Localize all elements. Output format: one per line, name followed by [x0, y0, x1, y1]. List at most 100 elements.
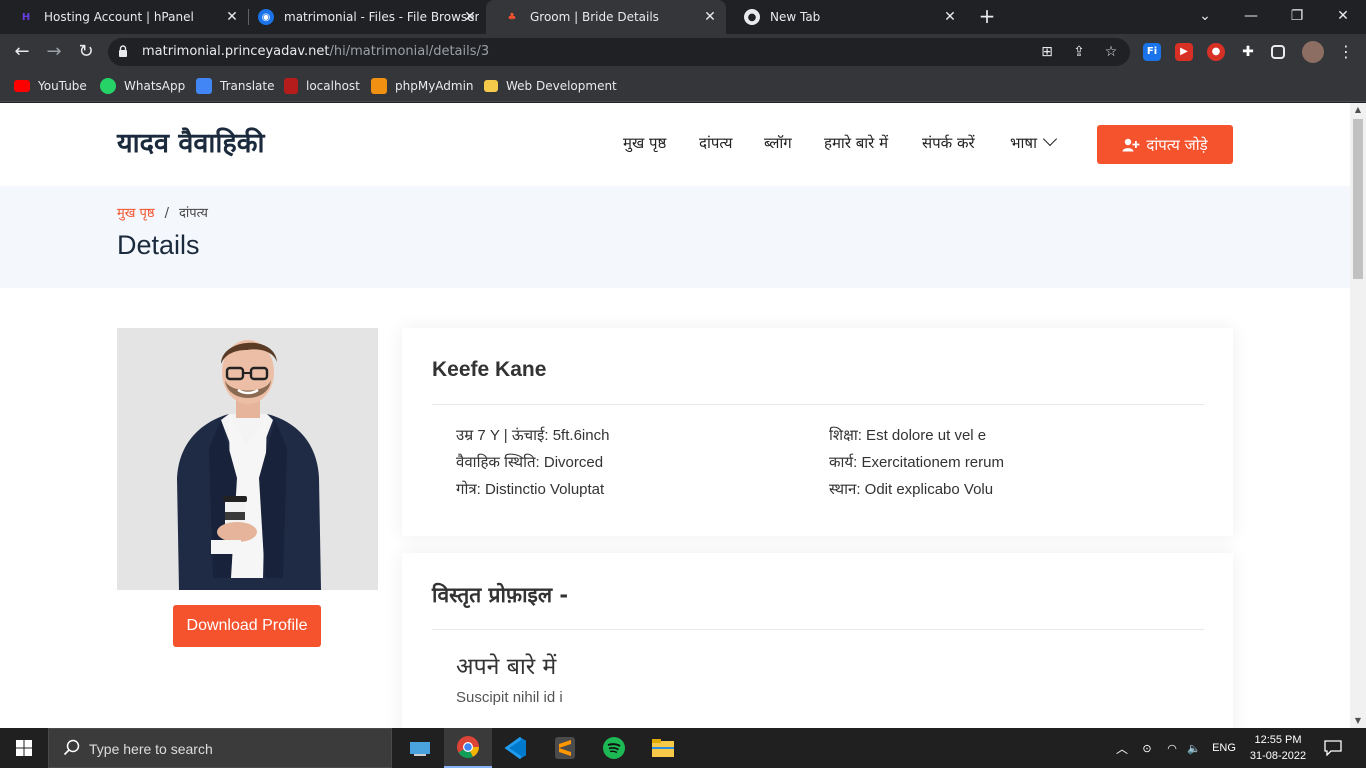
- profile-avatar[interactable]: [1302, 41, 1324, 63]
- tab-title: New Tab: [770, 10, 821, 24]
- lock-icon: [119, 45, 127, 57]
- taskbar-sublime-app[interactable]: [541, 728, 589, 768]
- detail-education: शिक्षा: Est dolore ut vel e: [829, 427, 987, 444]
- nav-contact[interactable]: संपर्क करें: [922, 133, 975, 153]
- close-icon[interactable]: ✕: [224, 9, 240, 25]
- tab-hpanel[interactable]: H Hosting Account | hPanel ✕: [0, 0, 248, 34]
- restore-icon[interactable]: ❐: [1274, 0, 1320, 34]
- scroll-down-arrow-icon[interactable]: ▼: [1350, 714, 1366, 728]
- window-close-icon[interactable]: ✕: [1320, 0, 1366, 34]
- notification-bubble-icon: [1324, 740, 1342, 756]
- detail-occupation: कार्य: Exercitationem rerum: [829, 454, 1004, 471]
- minimize-icon[interactable]: —: [1228, 0, 1274, 34]
- detailed-profile-card: विस्तृत प्रोफ़ाइल - अपने बारे में Suscip…: [402, 553, 1233, 728]
- hostinger-icon: H: [21, 11, 31, 23]
- notifications-icon[interactable]: [1316, 728, 1350, 768]
- tray-chevron-up-icon[interactable]: ︿: [1112, 728, 1132, 768]
- scrollbar-thumb[interactable]: [1353, 119, 1363, 279]
- nav-language[interactable]: भाषा: [1010, 131, 1058, 153]
- phpmyadmin-icon: [371, 78, 387, 94]
- bookmark-youtube[interactable]: YouTube: [14, 76, 87, 96]
- close-icon[interactable]: ✕: [942, 9, 958, 25]
- menu-kebab-icon[interactable]: ⋮: [1334, 40, 1358, 64]
- extension-record-icon[interactable]: ●: [1207, 43, 1225, 61]
- tray-language[interactable]: ENG: [1208, 728, 1240, 768]
- forward-arrow-icon[interactable]: →: [42, 40, 66, 64]
- chrome-icon: [457, 736, 479, 758]
- bookmark-label: YouTube: [38, 79, 87, 93]
- bookmark-localhost[interactable]: localhost: [284, 76, 360, 96]
- nav-about[interactable]: हमारे बारे में: [824, 133, 888, 153]
- tray-meet-icon[interactable]: ⊙: [1137, 728, 1157, 768]
- side-panel-icon[interactable]: [1271, 45, 1285, 59]
- address-bar[interactable]: matrimonial.princeyadav.net/hi/matrimoni…: [108, 38, 1130, 66]
- taskbar-chrome-app[interactable]: [444, 728, 492, 768]
- taskbar-search[interactable]: Type here to search: [48, 728, 392, 768]
- browser-toolbar: ← → ↻ matrimonial.princeyadav.net/hi/mat…: [0, 34, 1366, 70]
- bookmark-phpmyadmin[interactable]: phpMyAdmin: [371, 76, 474, 96]
- tray-wifi-icon[interactable]: ◠: [1162, 728, 1182, 768]
- scroll-up-arrow-icon[interactable]: ▲: [1350, 103, 1366, 117]
- tab-file-browser[interactable]: ◉ matrimonial - Files - File Browser ✕: [240, 0, 486, 34]
- detail-marital-status: वैवाहिक स्थिति: Divorced: [456, 454, 604, 471]
- breadcrumb-separator: /: [164, 206, 169, 221]
- tray-clock[interactable]: 12:55 PM 31-08-2022: [1246, 732, 1310, 764]
- reload-icon[interactable]: ↻: [74, 40, 98, 64]
- download-profile-button[interactable]: Download Profile: [173, 605, 321, 647]
- site-header: यादव वैवाहिकी मुख पृष्ठ दांपत्य ब्लॉग हम…: [0, 103, 1350, 186]
- spotify-icon: [603, 737, 625, 759]
- youtube-icon: [14, 80, 30, 92]
- site-favicon-icon: ♣: [507, 11, 517, 23]
- translate-page-icon[interactable]: ⊞: [1038, 43, 1056, 61]
- extension-fi-icon[interactable]: Fi: [1143, 43, 1161, 61]
- nav-blog[interactable]: ब्लॉग: [764, 133, 792, 153]
- page-title: Details: [117, 230, 200, 260]
- extensions-puzzle-icon[interactable]: ✚: [1239, 43, 1257, 61]
- start-button[interactable]: [0, 728, 48, 768]
- search-placeholder: Type here to search: [89, 741, 213, 757]
- tab-title: Groom | Bride Details: [530, 10, 659, 24]
- about-heading: अपने बारे में: [456, 654, 557, 680]
- site-logo[interactable]: यादव वैवाहिकी: [117, 123, 264, 160]
- add-matrimony-label: दांपत्य जोड़े: [1146, 135, 1208, 154]
- bookmark-label: WhatsApp: [124, 79, 186, 93]
- detail-location: स्थान: Odit explicabo Volu: [829, 481, 994, 498]
- vscode-icon: [504, 736, 526, 760]
- bookmarks-bar: YouTube WhatsApp Translate localhost php…: [0, 70, 1366, 102]
- chrome-icon: ●: [744, 9, 760, 25]
- close-icon[interactable]: ✕: [462, 9, 478, 25]
- tab-title: matrimonial - Files - File Browser: [284, 10, 480, 24]
- tab-new-tab[interactable]: ● New Tab ✕: [726, 0, 966, 34]
- nav-matrimony[interactable]: दांपत्य: [699, 133, 732, 153]
- bookmark-label: phpMyAdmin: [395, 79, 474, 93]
- xampp-icon: [284, 78, 298, 94]
- bookmark-label: Web Development: [506, 79, 617, 93]
- breadcrumb-home-link[interactable]: मुख पृष्ठ: [117, 206, 155, 221]
- close-icon[interactable]: ✕: [702, 9, 718, 25]
- tray-volume-icon[interactable]: 🔈: [1184, 728, 1204, 768]
- file-explorer-icon: [652, 739, 674, 757]
- bookmark-translate[interactable]: Translate: [196, 76, 275, 96]
- bookmark-label: Translate: [220, 79, 275, 93]
- taskbar-spotify-app[interactable]: [590, 728, 638, 768]
- bookmark-star-icon[interactable]: ☆: [1102, 43, 1120, 61]
- add-matrimony-button[interactable]: दांपत्य जोड़े: [1097, 125, 1233, 164]
- url-text: matrimonial.princeyadav.net/hi/matrimoni…: [142, 44, 490, 59]
- tab-title: Hosting Account | hPanel: [44, 10, 194, 24]
- taskbar-vscode-app[interactable]: [492, 728, 540, 768]
- divider: [432, 629, 1204, 630]
- back-arrow-icon[interactable]: ←: [10, 40, 34, 64]
- nav-home[interactable]: मुख पृष्ठ: [623, 133, 666, 153]
- tab-search-chevron-icon[interactable]: ⌄: [1182, 0, 1228, 34]
- taskbar-task-view-app[interactable]: [396, 728, 444, 768]
- new-tab-button[interactable]: +: [976, 6, 998, 28]
- bookmark-folder-web-development[interactable]: Web Development: [484, 76, 617, 96]
- whatsapp-icon: [100, 78, 116, 94]
- page-scrollbar[interactable]: ▲ ▼: [1350, 103, 1366, 728]
- extension-media-icon[interactable]: ▶: [1175, 43, 1193, 61]
- taskbar-file-explorer-app[interactable]: [639, 728, 687, 768]
- tab-groom-bride-details[interactable]: ♣ Groom | Bride Details ✕: [486, 0, 726, 34]
- profile-summary-card: Keefe Kane उम्र 7 Y | ऊंचाई: 5ft.6inch व…: [402, 328, 1233, 536]
- share-icon[interactable]: ⇪: [1070, 43, 1088, 61]
- bookmark-whatsapp[interactable]: WhatsApp: [100, 76, 185, 96]
